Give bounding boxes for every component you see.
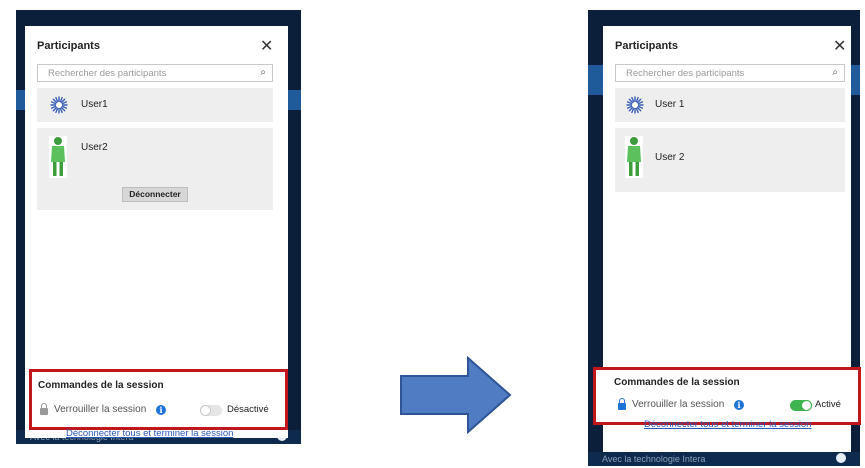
toggle-state-label: Désactivé (227, 404, 269, 415)
search-icon: ⌕ (260, 67, 266, 78)
panel-title: Participants (615, 40, 678, 52)
session-title: Commandes de la session (38, 380, 164, 391)
right-arrow-icon (400, 355, 512, 435)
disconnect-all-link[interactable]: Déconnecter tous et terminer la session (66, 428, 233, 439)
session-controls-before: Commandes de la session Verrouiller la s… (29, 369, 288, 430)
toggle-knob (200, 405, 211, 416)
lock-session-toggle[interactable] (790, 400, 812, 411)
panel-title: Participants (37, 40, 100, 52)
participant-name: User 2 (655, 152, 685, 163)
close-icon[interactable]: ✕ (833, 39, 846, 55)
search-placeholder: Rechercher des participants (626, 68, 745, 79)
session-controls-after: Commandes de la session Verrouiller la s… (593, 367, 861, 425)
search-icon: ⌕ (832, 67, 838, 78)
lock-session-toggle[interactable] (200, 405, 222, 416)
search-input[interactable]: Rechercher des participants ⌕ (615, 64, 845, 82)
participant-row-user1[interactable]: User1 (37, 88, 273, 122)
participant-name: User2 (81, 142, 108, 153)
participant-name: User 1 (655, 99, 685, 110)
info-icon[interactable]: i (156, 405, 166, 415)
toggle-state-label: Activé (815, 399, 841, 410)
disconnect-all-link[interactable]: Déconnecter tous et terminer la session (644, 419, 811, 430)
participant-row-user2[interactable]: User2 Déconnecter (37, 128, 273, 210)
user-flower-avatar-icon (626, 96, 644, 114)
user-person-avatar-icon (49, 136, 67, 178)
footer-bar: Avec la technologie Intera (588, 452, 860, 466)
search-input[interactable]: Rechercher des participants ⌕ (37, 64, 273, 82)
close-icon[interactable]: ✕ (260, 39, 273, 55)
participant-row-user1[interactable]: User 1 (615, 88, 845, 122)
footer-text: Avec la technologie Intera (602, 454, 706, 464)
info-icon[interactable]: i (734, 400, 744, 410)
lock-icon (618, 398, 626, 410)
lock-session-label: Verrouiller la session (54, 404, 147, 415)
participant-row-user2[interactable]: User 2 (615, 128, 845, 192)
search-placeholder: Rechercher des participants (48, 68, 167, 79)
user-flower-avatar-icon (50, 96, 68, 114)
user-person-avatar-icon (625, 136, 643, 178)
lock-icon (40, 403, 48, 415)
toggle-knob (801, 400, 812, 411)
participant-name: User1 (81, 99, 108, 110)
disconnect-user-button[interactable]: Déconnecter (122, 187, 188, 202)
session-title: Commandes de la session (614, 377, 740, 388)
gear-icon[interactable] (836, 453, 846, 463)
lock-session-label: Verrouiller la session (632, 399, 725, 410)
